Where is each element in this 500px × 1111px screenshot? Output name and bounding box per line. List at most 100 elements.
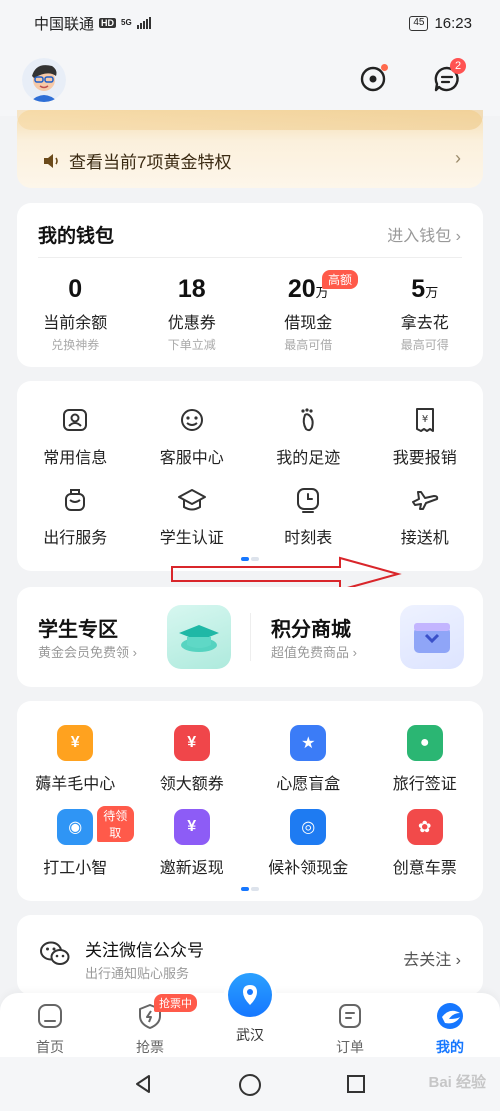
services-card: 常用信息 客服中心 我的足迹 ¥ 我要报销 出行服务 学生认证 时刻表 接送机	[17, 381, 483, 571]
luggage-icon	[65, 489, 86, 511]
service-contact-info[interactable]: 常用信息	[17, 405, 134, 468]
service-label: 常用信息	[43, 450, 108, 467]
system-nav-bar: Bai 经验	[0, 1057, 500, 1111]
nav-grab-label: 抢票	[136, 1039, 164, 1055]
graduation-cap-icon	[177, 489, 206, 511]
order-icon	[339, 1004, 361, 1028]
promo-item[interactable]: ¥ 邀新返现	[134, 809, 251, 878]
points-mall-title: 积分商城	[271, 619, 351, 641]
profile-header: 2	[0, 46, 500, 116]
nav-city[interactable]: 武汉	[210, 973, 290, 1045]
wallet-sub: 下单立减	[167, 338, 216, 352]
service-label: 我的足迹	[276, 450, 341, 467]
carrier-label: 中国联通	[34, 15, 95, 33]
promo-item[interactable]: ★ 心愿盲盒	[250, 725, 367, 794]
wallet-item-coupons[interactable]: 18 优惠券 下单立减	[134, 275, 251, 353]
graduation-cap-illustration-icon	[167, 605, 231, 669]
wallet-value: 20	[287, 275, 316, 303]
wallet-item-loan[interactable]: 高额 20万 借现金 最高可借	[250, 270, 367, 353]
message-button[interactable]: 2	[430, 58, 466, 96]
scan-settings-button[interactable]	[356, 62, 390, 96]
promo-card: ¥ 薅羊毛中心 ¥ 领大额券 ★ 心愿盲盒 ● 旅行签证 待领取 ◉ 打工小智 …	[17, 701, 483, 901]
promo-label: 打工小智	[43, 860, 108, 877]
cashback-icon: ¥	[173, 809, 210, 845]
gold-privilege-text: 查看当前7项黄金特权	[69, 153, 232, 172]
gold-strip	[17, 110, 483, 130]
student-zone-title: 学生专区	[38, 619, 118, 641]
wallet-unit: 万	[425, 285, 439, 300]
service-student-auth[interactable]: 学生认证	[134, 485, 251, 548]
promo-item[interactable]: ¥ 薅羊毛中心	[17, 725, 134, 794]
zone-card: 学生专区 黄金会员免费领 › 积分商城 超值免费商品 ›	[17, 587, 483, 687]
train-icon: ◎	[290, 809, 327, 845]
promo-item[interactable]: ● 旅行签证	[367, 725, 484, 794]
recent-apps-icon[interactable]	[345, 1073, 367, 1095]
airplane-icon	[411, 491, 438, 510]
wallet-label: 拿去花	[400, 315, 449, 332]
promo-label: 创意车票	[392, 860, 457, 877]
service-airport-transfer[interactable]: 接送机	[367, 485, 484, 548]
promo-label: 候补领现金	[268, 860, 349, 877]
grabbing-tag: 抢票中	[154, 994, 197, 1012]
wallet-sub: 兑换神券	[51, 338, 100, 352]
wechat-icon	[40, 941, 70, 965]
nav-mine[interactable]: 我的	[410, 1001, 490, 1057]
student-zone[interactable]: 学生专区 黄金会员免费领 ›	[17, 587, 250, 687]
home-circle-icon[interactable]	[238, 1073, 262, 1097]
promo-label: 薅羊毛中心	[35, 776, 116, 793]
svg-text:¥: ¥	[422, 414, 428, 425]
chevron-right-icon: ›	[132, 645, 137, 660]
wallet-title: 我的钱包	[38, 226, 115, 247]
nav-city-label: 武汉	[236, 1027, 264, 1043]
status-bar: 中国联通 HD 5G 45 16:23	[0, 0, 500, 46]
pending-tag: 待领取	[97, 806, 134, 842]
location-pin-icon	[243, 985, 257, 1005]
gold-privilege-card[interactable]: 查看当前7项黄金特权 ›	[17, 110, 483, 188]
service-label: 时刻表	[284, 530, 333, 547]
follow-sub: 出行通知贴心服务	[85, 966, 190, 981]
service-customer-center[interactable]: 客服中心	[134, 405, 251, 468]
promo-label: 领大额券	[159, 776, 224, 793]
service-reimbursement[interactable]: ¥ 我要报销	[367, 405, 484, 468]
service-timetable[interactable]: 时刻表	[250, 485, 367, 548]
promo-label: 邀新返现	[159, 860, 224, 877]
high-amount-tag: 高额	[322, 270, 359, 289]
promo-item[interactable]: 待领取 ◉ 打工小智	[17, 806, 134, 878]
service-label: 客服中心	[159, 450, 224, 467]
bottom-nav: 首页 抢票中 抢票 武汉 订单 我的	[0, 973, 500, 1057]
points-mall-sub: 超值免费商品	[271, 645, 350, 660]
ticket-icon: ✿	[406, 809, 443, 845]
nav-mine-label: 我的	[436, 1039, 464, 1055]
nav-order[interactable]: 订单	[310, 1001, 390, 1057]
chevron-right-icon: ›	[455, 228, 461, 245]
chevron-right-icon: ›	[455, 148, 461, 168]
chevron-right-icon: ›	[455, 952, 461, 969]
wallet-sub: 最高可得	[400, 338, 449, 352]
nav-home[interactable]: 首页	[10, 1001, 90, 1057]
wallet-item-balance[interactable]: 0 当前余额 兑换神券	[17, 275, 134, 353]
promo-item[interactable]: ¥ 领大额券	[134, 725, 251, 794]
nav-home-label: 首页	[36, 1039, 64, 1055]
notification-dot	[381, 64, 388, 71]
follow-button-label: 去关注	[403, 952, 452, 969]
back-icon[interactable]	[132, 1073, 154, 1095]
signal-icon	[136, 17, 151, 29]
network-label: 5G	[121, 18, 132, 27]
coupon-icon: ¥	[173, 725, 210, 761]
follow-button[interactable]: 去关注 ›	[403, 946, 461, 970]
wallet-item-credit[interactable]: 5万 拿去花 最高可得	[367, 275, 484, 353]
nav-grab-ticket[interactable]: 抢票中 抢票	[110, 994, 197, 1057]
service-travel[interactable]: 出行服务	[17, 485, 134, 548]
enter-wallet-label: 进入钱包	[387, 228, 452, 245]
profile-logo-icon	[437, 1003, 463, 1029]
customer-service-icon	[180, 409, 203, 431]
hd-badge: HD	[99, 18, 117, 28]
points-mall-zone[interactable]: 积分商城 超值免费商品 ›	[250, 587, 483, 687]
promo-label: 旅行签证	[392, 776, 457, 793]
service-footprint[interactable]: 我的足迹	[250, 405, 367, 468]
promo-item[interactable]: ✿ 创意车票	[367, 809, 484, 878]
enter-wallet-link[interactable]: 进入钱包 ›	[387, 222, 461, 246]
wallet-value: 18	[177, 275, 206, 303]
avatar[interactable]	[22, 58, 66, 102]
promo-item[interactable]: ◎ 候补领现金	[250, 809, 367, 878]
